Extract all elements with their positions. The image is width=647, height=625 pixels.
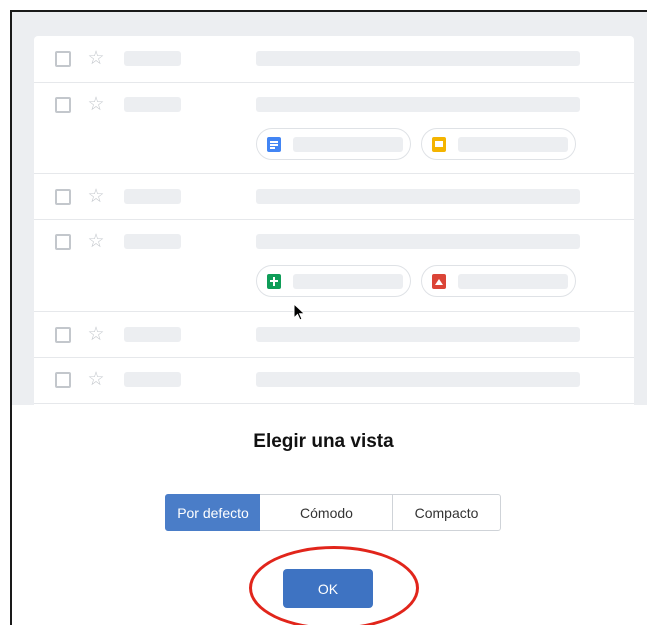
view-option-default[interactable]: Por defecto xyxy=(165,494,261,531)
email-row-placeholder: ☆ xyxy=(34,358,634,404)
checkbox xyxy=(55,189,71,205)
sender-placeholder xyxy=(124,97,181,112)
email-row-placeholder: ☆ xyxy=(34,36,634,83)
star-icon: ☆ xyxy=(87,47,105,69)
sender-placeholder xyxy=(124,189,181,204)
subject-placeholder xyxy=(256,327,580,342)
attachment-chip xyxy=(421,128,576,160)
annotation-highlight-circle xyxy=(249,546,419,625)
view-option-comfortable[interactable]: Cómodo xyxy=(260,494,393,531)
attachment-name-placeholder xyxy=(293,137,403,152)
subject-placeholder xyxy=(256,51,580,66)
attachment-name-placeholder xyxy=(458,274,568,289)
star-icon: ☆ xyxy=(87,230,105,252)
photo-icon xyxy=(432,274,446,289)
star-icon: ☆ xyxy=(87,93,105,115)
view-option-compact[interactable]: Compacto xyxy=(392,494,501,531)
star-icon: ☆ xyxy=(87,368,105,390)
sender-placeholder xyxy=(124,51,181,66)
attachment-name-placeholder xyxy=(293,274,403,289)
attachment-name-placeholder xyxy=(458,137,568,152)
dialog-title: Elegir una vista xyxy=(253,431,394,452)
email-row-placeholder: ☆ xyxy=(34,312,634,358)
email-list-placeholder: ☆ ☆ ☆ ☆ ☆ ☆ xyxy=(34,36,634,405)
email-row-placeholder: ☆ xyxy=(34,83,634,174)
email-row-placeholder: ☆ xyxy=(34,220,634,312)
sheets-icon xyxy=(267,274,281,289)
slides-icon xyxy=(432,137,446,152)
screenshot-frame: ☆ ☆ ☆ ☆ ☆ ☆ xyxy=(10,10,647,625)
checkbox xyxy=(55,327,71,343)
sender-placeholder xyxy=(124,327,181,342)
checkbox xyxy=(55,51,71,67)
checkbox xyxy=(55,97,71,113)
subject-placeholder xyxy=(256,189,580,204)
doc-icon xyxy=(267,137,281,152)
sender-placeholder xyxy=(124,372,181,387)
mouse-cursor-icon xyxy=(293,303,306,321)
attachment-chip xyxy=(421,265,576,297)
inbox-preview: ☆ ☆ ☆ ☆ ☆ ☆ xyxy=(12,12,647,405)
star-icon: ☆ xyxy=(87,323,105,345)
subject-placeholder xyxy=(256,97,580,112)
checkbox xyxy=(55,372,71,388)
sender-placeholder xyxy=(124,234,181,249)
attachment-chip xyxy=(256,265,411,297)
email-row-placeholder: ☆ xyxy=(34,174,634,220)
star-icon: ☆ xyxy=(87,185,105,207)
attachment-chip xyxy=(256,128,411,160)
subject-placeholder xyxy=(256,234,580,249)
checkbox xyxy=(55,234,71,250)
subject-placeholder xyxy=(256,372,580,387)
